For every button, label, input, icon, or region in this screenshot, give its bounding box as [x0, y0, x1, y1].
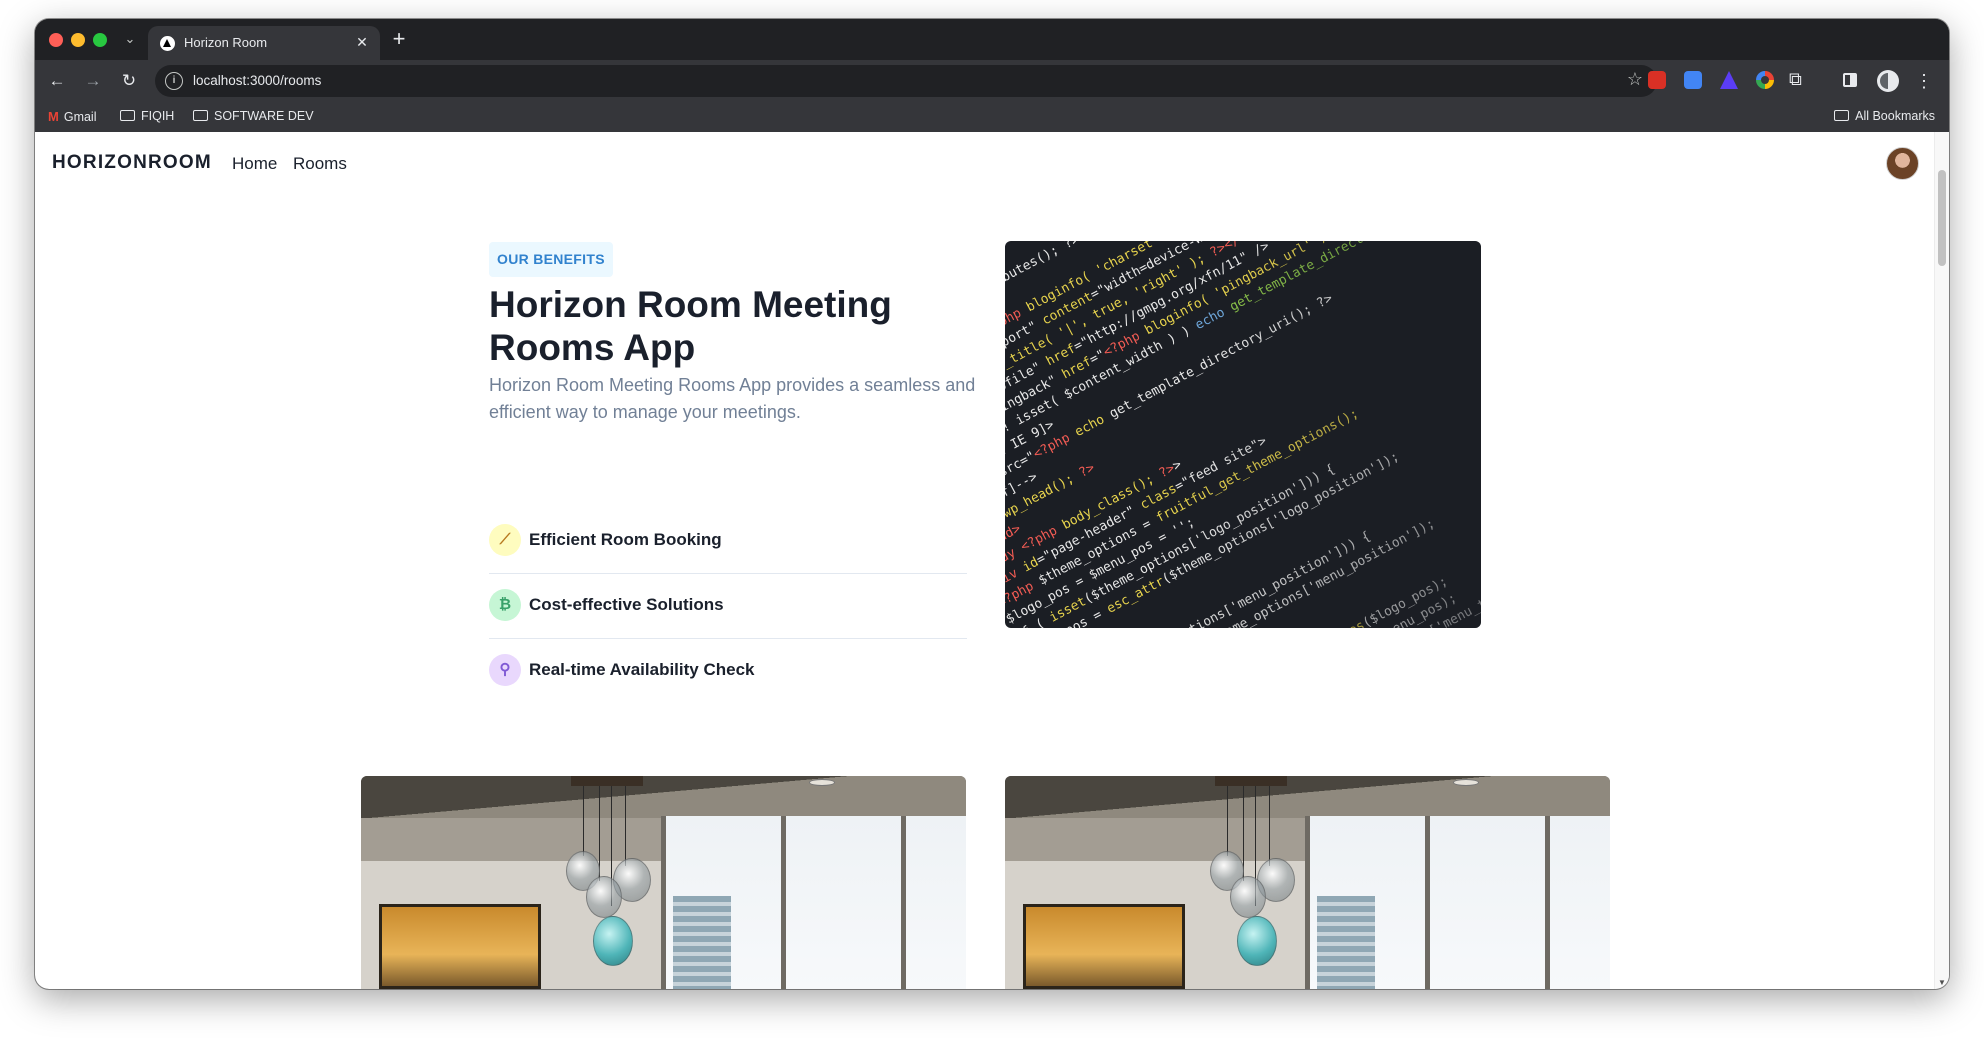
bookmark-folder-software-dev[interactable]: SOFTWARE DEV	[193, 109, 314, 123]
feature-label: Cost-effective Solutions	[529, 595, 724, 614]
folder-icon	[1834, 110, 1850, 121]
scrollbar-thumb[interactable]	[1938, 170, 1946, 266]
back-arrow-icon[interactable]: ←	[45, 69, 69, 93]
feature-efficient-room-booking: ⟋ Efficient Room Booking	[489, 521, 967, 561]
room-card-image[interactable]	[1005, 776, 1610, 989]
meeting-room-photo	[361, 776, 966, 989]
gmail-icon: M	[48, 109, 59, 124]
benefits-badge: OUR BENEFITS	[489, 242, 613, 277]
reload-icon[interactable]: ↻	[117, 69, 141, 93]
feature-real-time-availability: ⚲ Real-time Availability Check	[489, 651, 967, 691]
window-minimize-button[interactable]	[71, 33, 85, 47]
browser-toolbar: ← → ↻ i localhost:3000/rooms ☆ ⧉ ⋮	[35, 60, 1949, 102]
hero-title: Horizon Room Meeting Rooms App	[489, 284, 892, 368]
scroll-down-arrow-icon[interactable]: ▼	[1938, 978, 1946, 987]
window-close-button[interactable]	[49, 33, 63, 47]
extension-purple-icon[interactable]	[1720, 71, 1738, 89]
forward-arrow-icon[interactable]: →	[81, 69, 105, 93]
tab-title: Horizon Room	[184, 35, 268, 50]
page-viewport: HORIZONROOM Home Rooms OUR BENEFITS Hori…	[35, 132, 1949, 989]
feature-cost-effective-solutions: ₿ Cost-effective Solutions	[489, 586, 967, 626]
bookmark-software-dev-label: SOFTWARE DEV	[214, 109, 314, 123]
browser-profile-icon[interactable]	[1877, 70, 1899, 92]
site-logo[interactable]: HORIZONROOM	[52, 152, 212, 174]
bookmarks-bar: M Gmail FIQIH SOFTWARE DEV All Bookmarks	[35, 102, 1949, 132]
nav-link-rooms[interactable]: Rooms	[293, 154, 347, 174]
new-tab-button[interactable]: +	[387, 28, 411, 52]
side-panel-icon[interactable]	[1843, 73, 1857, 87]
folder-icon	[193, 110, 208, 121]
hero-description: Horizon Room Meeting Rooms App provides …	[489, 375, 976, 422]
user-avatar[interactable]	[1886, 147, 1919, 180]
address-bar[interactable]: i localhost:3000/rooms ☆	[155, 65, 1657, 97]
site-info-icon[interactable]: i	[165, 72, 183, 90]
url-text[interactable]: localhost:3000/rooms	[193, 73, 321, 88]
nav-link-home[interactable]: Home	[232, 154, 277, 174]
bookmark-fiqih-label: FIQIH	[141, 109, 175, 123]
site-navbar: HORIZONROOM Home Rooms	[35, 132, 1934, 196]
bookmark-gmail-label: Gmail	[63, 110, 97, 124]
browser-menu-icon[interactable]: ⋮	[1915, 69, 1933, 93]
browser-window: ⌄ Horizon Room ✕ + ← → ↻ i localhost:300…	[35, 19, 1949, 989]
room-card-image[interactable]	[361, 776, 966, 989]
code-screenshot-image: 8<?php language_attributes(); ?>>9<head>…	[1005, 241, 1481, 628]
extension-red-icon[interactable]	[1648, 71, 1666, 89]
feature-label: Real-time Availability Check	[529, 660, 755, 679]
bookmark-folder-fiqih[interactable]: FIQIH	[120, 109, 174, 123]
feature-divider	[489, 638, 967, 639]
extensions-puzzle-icon[interactable]: ⧉	[1789, 69, 1802, 90]
window-maximize-button[interactable]	[93, 33, 107, 47]
tab-strip: ⌄ Horizon Room ✕ +	[35, 19, 1949, 60]
feature-label: Efficient Room Booking	[529, 530, 722, 549]
nextjs-favicon-icon	[160, 36, 175, 51]
color-picker-extension-icon[interactable]	[1756, 71, 1774, 89]
all-bookmarks-label: All Bookmarks	[1855, 109, 1935, 123]
folder-icon	[120, 110, 135, 121]
translate-extension-icon[interactable]	[1684, 71, 1702, 89]
meeting-room-photo	[1005, 776, 1610, 989]
tab-close-icon[interactable]: ✕	[352, 32, 372, 52]
tab-search-icon[interactable]: ⌄	[118, 27, 142, 51]
search-icon: ⚲	[489, 654, 521, 686]
trend-icon: ⟋	[489, 524, 521, 556]
tab-horizon-room[interactable]: Horizon Room ✕	[148, 26, 380, 60]
all-bookmarks-button[interactable]: All Bookmarks	[1834, 109, 1935, 123]
feature-divider	[489, 573, 967, 574]
page-scrollbar[interactable]: ▼	[1934, 132, 1949, 989]
bitcoin-icon: ₿	[489, 589, 521, 621]
bookmark-star-icon[interactable]: ☆	[1627, 69, 1643, 90]
bookmark-gmail[interactable]: M Gmail	[48, 109, 97, 124]
